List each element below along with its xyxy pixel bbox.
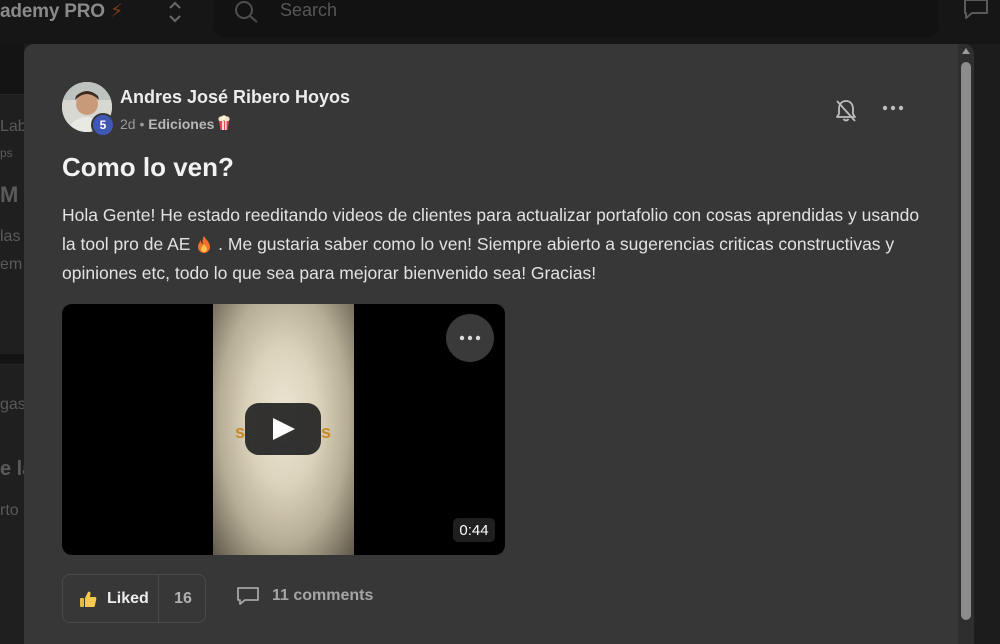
post-title: Como lo ven? (62, 152, 234, 182)
top-bar: ademy PRO ⚡ Search (0, 0, 1000, 44)
search-bar[interactable]: Search (214, 0, 938, 38)
post-meta: 2d • Ediciones (120, 115, 230, 132)
comments-count: 11 comments (272, 587, 374, 604)
meta-separator: • (139, 116, 145, 132)
like-label: Liked (107, 589, 149, 607)
play-icon (273, 418, 295, 440)
post-time: 2d (120, 116, 136, 132)
play-button[interactable] (245, 403, 321, 455)
post-modal: 5 Andres José Ribero Hoyos 2d • Edicione… (24, 44, 974, 644)
video-more-button[interactable] (446, 314, 494, 362)
search-placeholder: Search (280, 0, 338, 20)
background-text: M (0, 182, 19, 207)
post-body: Hola Gente! He estado reeditando videos … (62, 201, 932, 288)
scrollbar[interactable] (958, 44, 974, 644)
like-button[interactable]: Liked (63, 575, 159, 622)
background-text: ps (0, 146, 13, 160)
background-text: Lab (0, 118, 27, 135)
background-text: las (0, 228, 21, 245)
level-badge: 5 (91, 113, 115, 137)
community-name[interactable]: ademy PRO ⚡ (0, 0, 123, 22)
thumbs-up-icon (80, 591, 97, 607)
background-feed: Lab ps M las em gas e la rto (0, 44, 33, 644)
thumbnail-text: s (321, 422, 332, 442)
bolt-icon: ⚡ (109, 1, 124, 22)
background-text: rto (0, 502, 19, 519)
popcorn-icon (218, 115, 230, 130)
chat-icon[interactable] (962, 0, 990, 20)
bell-off-icon[interactable] (834, 98, 858, 124)
comments-button[interactable]: 11 comments (236, 586, 373, 606)
like-count[interactable]: 16 (160, 575, 206, 622)
like-control: Liked 16 (62, 574, 206, 623)
post-category[interactable]: Ediciones (148, 116, 214, 132)
scrollbar-thumb[interactable] (961, 62, 971, 620)
background-text: gas (0, 396, 26, 413)
comment-icon (237, 587, 259, 605)
switch-icon[interactable] (165, 0, 185, 24)
background-text: em (0, 256, 23, 273)
more-icon[interactable] (882, 105, 904, 111)
video-duration: 0:44 (453, 518, 495, 542)
fire-icon (198, 236, 211, 253)
search-icon (235, 1, 258, 23)
thumbnail-text: s (235, 422, 246, 442)
author-name[interactable]: Andres José Ribero Hoyos (120, 87, 350, 108)
more-icon (459, 335, 481, 341)
scroll-up-arrow[interactable] (962, 48, 970, 54)
video-player[interactable]: s s 0:44 (62, 304, 505, 555)
